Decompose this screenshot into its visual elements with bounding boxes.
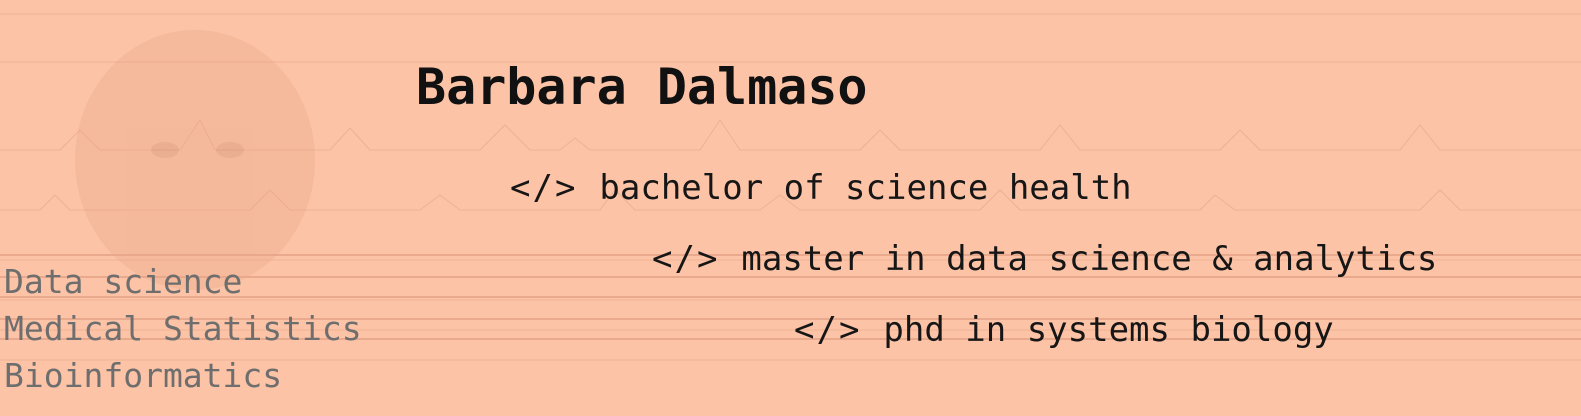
degree-label: bachelor of science health [599, 168, 1132, 208]
code-icon: </> [510, 168, 578, 208]
faded-portrait [75, 30, 315, 290]
skill-item: Data science [4, 262, 243, 301]
code-icon: </> [794, 310, 862, 350]
person-name: Barbara Dalmaso [416, 58, 868, 116]
degree-bachelor: </> bachelor of science health [510, 168, 1132, 208]
page: { "header": { "name": "Barbara Dalmaso" … [0, 0, 1581, 416]
skills-list: Data science Medical Statistics Bioinfor… [4, 258, 362, 399]
degree-label: master in data science & analytics [741, 239, 1438, 279]
degree-label: phd in systems biology [883, 310, 1334, 350]
skill-item: Medical Statistics [4, 309, 362, 348]
code-icon: </> [652, 239, 720, 279]
skill-item: Bioinformatics [4, 356, 283, 395]
degree-master: </> master in data science & analytics [652, 239, 1437, 279]
degree-phd: </> phd in systems biology [794, 310, 1334, 350]
